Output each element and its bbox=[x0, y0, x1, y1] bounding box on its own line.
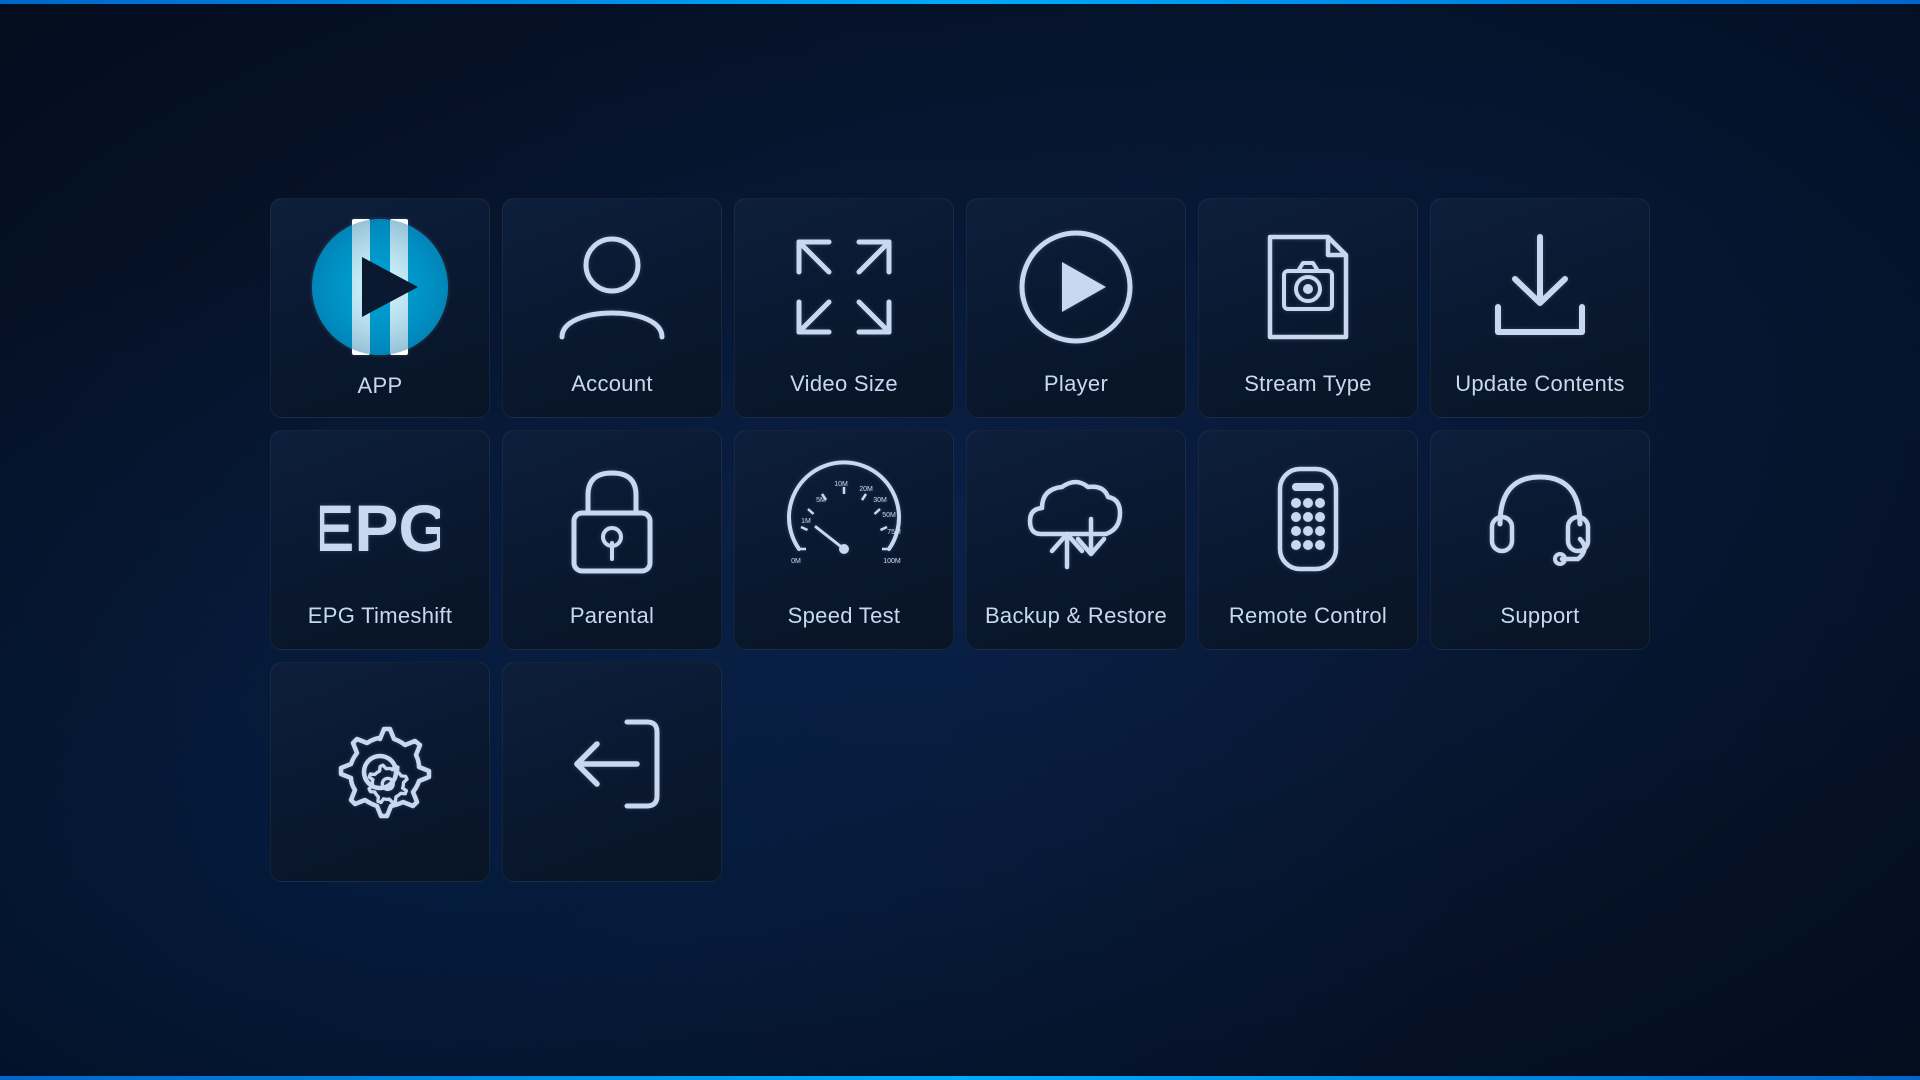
support-label: Support bbox=[1500, 603, 1579, 629]
stream-type-label: Stream Type bbox=[1244, 371, 1372, 397]
settings-item[interactable] bbox=[270, 662, 490, 882]
video-size-icon bbox=[784, 227, 904, 347]
update-contents-icon bbox=[1480, 227, 1600, 347]
epg-icon-area: EPG bbox=[320, 451, 440, 587]
account-icon bbox=[552, 227, 672, 347]
app-label: APP bbox=[358, 373, 403, 399]
svg-text:5M: 5M bbox=[816, 497, 826, 504]
support-item[interactable]: Support bbox=[1430, 430, 1650, 650]
app-item[interactable]: APP bbox=[270, 198, 490, 418]
settings-icon bbox=[320, 704, 440, 824]
svg-text:50M: 50M bbox=[882, 512, 896, 519]
parental-label: Parental bbox=[570, 603, 654, 629]
support-icon-area bbox=[1480, 451, 1600, 587]
svg-text:EPG: EPG bbox=[320, 491, 440, 565]
svg-text:75M: 75M bbox=[887, 529, 901, 536]
epg-icon: EPG bbox=[320, 459, 440, 579]
stream-type-icon bbox=[1248, 227, 1368, 347]
parental-icon bbox=[552, 459, 672, 579]
video-size-item[interactable]: Video Size bbox=[734, 198, 954, 418]
logout-item[interactable] bbox=[502, 662, 722, 882]
player-item[interactable]: Player bbox=[966, 198, 1186, 418]
logout-icon-area bbox=[552, 683, 672, 845]
app-icon bbox=[310, 217, 450, 357]
svg-text:30M: 30M bbox=[873, 497, 887, 504]
epg-timeshift-item[interactable]: EPG EPG Timeshift bbox=[270, 430, 490, 650]
speed-test-icon-area: 0M 1M 5M 10M 20M 30M 50M 75M 100M bbox=[784, 451, 904, 587]
parental-icon-area bbox=[552, 451, 672, 587]
player-icon bbox=[1016, 227, 1136, 347]
backup-restore-icon-area bbox=[1016, 451, 1136, 587]
update-contents-label: Update Contents bbox=[1455, 371, 1625, 397]
speed-test-icon: 0M 1M 5M 10M 20M 30M 50M 75M 100M bbox=[784, 459, 904, 579]
stream-type-icon-area bbox=[1248, 219, 1368, 355]
stream-type-item[interactable]: Stream Type bbox=[1198, 198, 1418, 418]
svg-text:100M: 100M bbox=[883, 558, 901, 565]
video-size-label: Video Size bbox=[790, 371, 898, 397]
video-size-icon-area bbox=[784, 219, 904, 355]
svg-text:20M: 20M bbox=[859, 486, 873, 493]
epg-timeshift-label: EPG Timeshift bbox=[308, 603, 453, 629]
svg-text:1M: 1M bbox=[801, 518, 811, 525]
svg-text:10M: 10M bbox=[834, 481, 848, 488]
logout-icon bbox=[552, 704, 672, 824]
speed-test-label: Speed Test bbox=[788, 603, 901, 629]
backup-restore-item[interactable]: Backup & Restore bbox=[966, 430, 1186, 650]
svg-text:0M: 0M bbox=[791, 558, 801, 565]
update-contents-icon-area bbox=[1480, 219, 1600, 355]
account-label: Account bbox=[571, 371, 653, 397]
settings-grid: APP Account bbox=[270, 198, 1650, 882]
backup-restore-label: Backup & Restore bbox=[985, 603, 1167, 629]
support-icon bbox=[1480, 459, 1600, 579]
remote-control-label: Remote Control bbox=[1229, 603, 1387, 629]
speed-test-item[interactable]: 0M 1M 5M 10M 20M 30M 50M 75M 100M Speed … bbox=[734, 430, 954, 650]
settings-icon-area bbox=[320, 683, 440, 845]
account-icon-area bbox=[552, 219, 672, 355]
account-item[interactable]: Account bbox=[502, 198, 722, 418]
player-label: Player bbox=[1044, 371, 1108, 397]
remote-control-item[interactable]: Remote Control bbox=[1198, 430, 1418, 650]
app-icon-area bbox=[310, 217, 450, 357]
backup-restore-icon bbox=[1016, 459, 1136, 579]
remote-control-icon bbox=[1248, 459, 1368, 579]
remote-control-icon-area bbox=[1248, 451, 1368, 587]
update-contents-item[interactable]: Update Contents bbox=[1430, 198, 1650, 418]
parental-item[interactable]: Parental bbox=[502, 430, 722, 650]
player-icon-area bbox=[1016, 219, 1136, 355]
